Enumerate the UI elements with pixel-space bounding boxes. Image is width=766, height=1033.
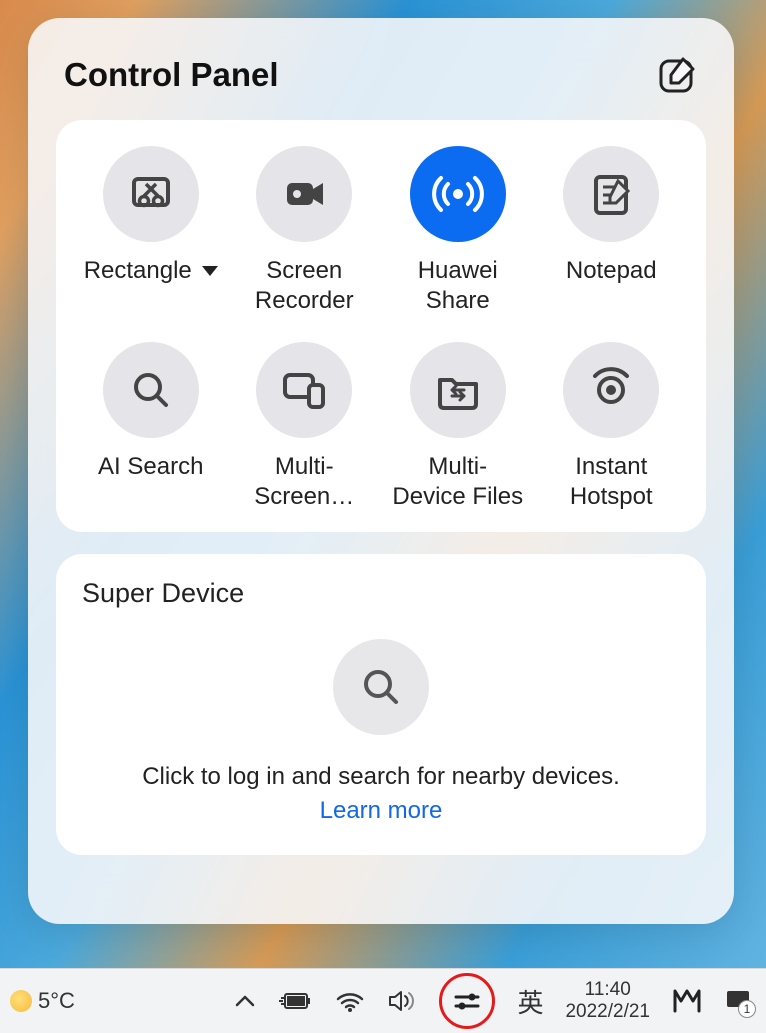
search-icon	[103, 342, 199, 438]
tile-screen-recorder[interactable]: Screen Recorder	[228, 146, 382, 316]
weather-widget[interactable]: 5°C	[0, 988, 75, 1014]
tile-notepad[interactable]: Notepad	[535, 146, 689, 316]
screenshot-icon	[103, 146, 199, 242]
tile-label: Rectangle	[84, 256, 218, 286]
broadcast-icon	[410, 146, 506, 242]
tile-label: Multi- Screen…	[254, 452, 354, 512]
battery-charging-icon[interactable]	[279, 990, 313, 1012]
hotspot-icon	[563, 342, 659, 438]
tile-label-text: Rectangle	[84, 256, 192, 286]
multi-screen-icon	[256, 342, 352, 438]
quick-toggles-grid: Rectangle Screen Recorder	[74, 146, 688, 512]
super-device-search-button[interactable]	[333, 639, 429, 735]
learn-more-link[interactable]: Learn more	[320, 797, 443, 825]
sun-icon	[10, 990, 32, 1012]
sliders-icon	[452, 989, 482, 1013]
system-tray: 英 11:40 2022/2/21 1	[233, 973, 766, 1029]
super-device-title: Super Device	[82, 578, 680, 609]
temperature-text: 5°C	[38, 988, 75, 1014]
tile-multi-device-files[interactable]: Multi- Device Files	[381, 342, 535, 512]
tile-label: Huawei Share	[418, 256, 498, 316]
panel-title: Control Panel	[64, 56, 279, 94]
clock[interactable]: 11:40 2022/2/21	[565, 979, 650, 1023]
tile-multi-screen[interactable]: Multi- Screen…	[228, 342, 382, 512]
tray-overflow-button[interactable]	[233, 989, 257, 1013]
huawei-manager-icon[interactable]	[672, 987, 702, 1015]
chevron-down-icon	[202, 266, 218, 276]
date-text: 2022/2/21	[565, 1001, 650, 1023]
tile-label: Multi- Device Files	[392, 452, 523, 512]
super-device-body: Click to log in and search for nearby de…	[82, 639, 680, 825]
wifi-icon[interactable]	[335, 989, 365, 1013]
tile-label: AI Search	[98, 452, 203, 482]
time-text: 11:40	[585, 979, 631, 1001]
search-icon	[356, 662, 406, 712]
quick-toggles-card: Rectangle Screen Recorder	[56, 120, 706, 532]
taskbar: 5°C	[0, 968, 766, 1033]
ime-indicator[interactable]: 英	[517, 983, 543, 1020]
tile-label: Notepad	[566, 256, 657, 286]
tile-label: Screen Recorder	[255, 256, 354, 316]
control-panel: Control Panel	[28, 18, 734, 924]
video-camera-icon	[256, 146, 352, 242]
tile-ai-search[interactable]: AI Search	[74, 342, 228, 512]
tile-instant-hotspot[interactable]: Instant Hotspot	[535, 342, 689, 512]
notepad-icon	[563, 146, 659, 242]
notification-center-button[interactable]: 1	[724, 988, 752, 1014]
folder-sync-icon	[410, 342, 506, 438]
super-device-prompt: Click to log in and search for nearby de…	[142, 763, 620, 791]
tile-label: Instant Hotspot	[570, 452, 653, 512]
tile-rectangle[interactable]: Rectangle	[74, 146, 228, 316]
control-panel-tray-button[interactable]	[439, 973, 495, 1029]
notification-badge: 1	[738, 1000, 756, 1018]
edit-button[interactable]	[656, 54, 698, 96]
volume-icon[interactable]	[387, 988, 417, 1014]
chevron-up-icon	[233, 989, 257, 1013]
panel-header: Control Panel	[28, 46, 734, 120]
edit-icon	[657, 55, 697, 95]
tile-huawei-share[interactable]: Huawei Share	[381, 146, 535, 316]
super-device-card: Super Device Click to log in and search …	[56, 554, 706, 855]
